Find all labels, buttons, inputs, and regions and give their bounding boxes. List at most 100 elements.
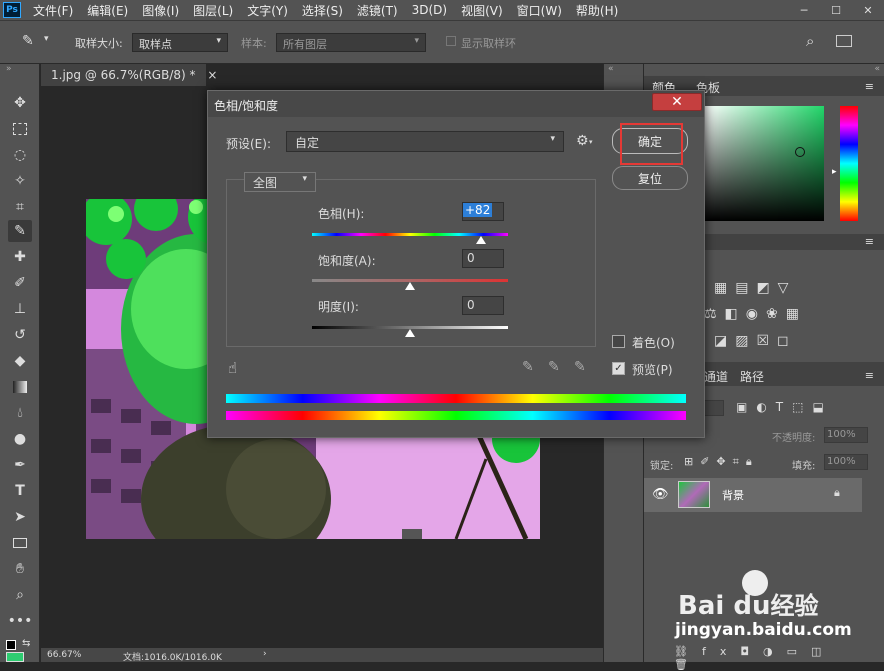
layers-footer-icons[interactable]: ⛓fx◘◑▭◫🗑︎	[644, 642, 884, 671]
eraser-tool-icon[interactable]: ◆	[8, 350, 32, 372]
hue-slider-thumb[interactable]	[475, 236, 486, 244]
adjustment-icons-row-2[interactable]: ⚖◧◉❀▦	[704, 306, 874, 322]
blur-tool-icon[interactable]: 💧︎	[8, 402, 32, 424]
hue-input[interactable]: +82	[462, 202, 504, 221]
collapse-icon[interactable]: «	[608, 64, 614, 74]
eyedropper-icon[interactable]: ✎	[522, 359, 534, 375]
gear-icon[interactable]: ⚙	[576, 133, 589, 149]
quick-select-tool-icon[interactable]: ✧	[8, 170, 32, 192]
history-brush-tool-icon[interactable]: ↺	[8, 324, 32, 346]
menu-select[interactable]: 选择(S)	[302, 2, 343, 19]
menu-edit[interactable]: 编辑(E)	[87, 2, 128, 19]
path-select-tool-icon[interactable]: ➤	[8, 506, 32, 528]
menu-window[interactable]: 窗口(W)	[517, 2, 562, 19]
chevron-right-icon[interactable]: ›	[263, 649, 267, 659]
tab-channels[interactable]: 通道	[704, 368, 728, 385]
crop-tool-icon[interactable]: ⌗	[8, 196, 32, 218]
window-close-icon[interactable]: ✕	[852, 0, 884, 20]
dialog-title-bar[interactable]: 色相/饱和度	[208, 91, 704, 117]
layer-row-background[interactable]: 👁︎ 背景 🔒︎	[644, 478, 862, 512]
menu-layer[interactable]: 图层(L)	[193, 2, 233, 19]
menu-help[interactable]: 帮助(H)	[576, 2, 618, 19]
pen-tool-icon[interactable]: ✒	[8, 454, 32, 476]
opacity-field[interactable]: 100%	[824, 427, 868, 443]
collapse-icon[interactable]: «	[874, 64, 880, 74]
adjustment-icons-row-1[interactable]: ▦▤◩▽	[714, 280, 874, 296]
move-tool-icon[interactable]: ✥	[8, 92, 32, 114]
fill-field[interactable]: 100%	[824, 454, 868, 470]
channel-select[interactable]: 全图 ▾	[244, 172, 316, 192]
zoom-level[interactable]: 66.67%	[47, 650, 81, 660]
type-tool-icon[interactable]: T	[8, 480, 32, 502]
minimize-icon[interactable]: ─	[788, 0, 820, 20]
layer-name[interactable]: 背景	[722, 487, 744, 503]
panel-menu-icon[interactable]: ≡	[865, 369, 874, 382]
menu-view[interactable]: 视图(V)	[461, 2, 503, 19]
input-color-bar	[226, 411, 686, 420]
search-icon[interactable]: ⌕	[806, 32, 814, 50]
eye-icon[interactable]: 👁︎	[652, 487, 669, 502]
color-picker-field[interactable]	[704, 106, 824, 221]
lightness-input[interactable]: 0	[462, 296, 504, 315]
hue-slider-bar[interactable]	[840, 106, 858, 221]
hue-saturation-dialog: 色相/饱和度 ✕ 预设(E): 自定 ▾ ⚙ ▾ 确定 复位 全图 ▾ 色相(H…	[207, 90, 705, 438]
collapse-icon[interactable]: »	[6, 64, 12, 74]
more-tools-icon[interactable]: •••	[8, 610, 33, 632]
panel-menu-icon[interactable]: ≡	[865, 235, 874, 248]
eyedropper-tool-icon[interactable]: ✎	[8, 220, 32, 242]
zoom-tool-icon[interactable]: ⌕	[8, 584, 32, 606]
sample-size-select[interactable]: 取样点 ▾	[132, 33, 228, 52]
chevron-down-icon[interactable]: ▾	[44, 34, 49, 44]
baidu-paw-icon	[742, 570, 768, 596]
lightness-slider-thumb[interactable]	[405, 329, 415, 337]
rectangle-tool-icon[interactable]	[8, 532, 32, 554]
menu-filter[interactable]: 滤镜(T)	[357, 2, 398, 19]
adjustment-icons-row-3[interactable]: ◪▨☒◻	[714, 333, 874, 349]
show-ring-checkbox[interactable]	[446, 36, 456, 46]
brush-tool-icon[interactable]: ✐	[8, 272, 32, 294]
saturation-slider-thumb[interactable]	[405, 282, 415, 290]
close-icon[interactable]: ×	[207, 68, 217, 82]
gradient-tool-icon[interactable]	[8, 376, 32, 398]
color-picker-cursor[interactable]	[795, 147, 805, 157]
menu-file[interactable]: 文件(F)	[33, 2, 73, 19]
targeted-adjustment-hand-icon[interactable]: ☝︎	[228, 359, 237, 377]
chevron-down-icon: ▾	[414, 36, 419, 46]
status-bar: 66.67% 文档:1016.0K/1016.0K ›	[41, 648, 603, 663]
photoshop-logo: Ps	[3, 2, 21, 18]
swap-colors-icon[interactable]: ⇆	[22, 638, 30, 649]
document-tab[interactable]: 1.jpg @ 66.7%(RGB/8) * ×	[41, 64, 217, 86]
maximize-icon[interactable]: ☐	[820, 0, 852, 20]
hue-slider-arrow[interactable]: ▸	[832, 167, 837, 177]
workspace-icon[interactable]	[836, 35, 852, 47]
hand-tool-icon[interactable]: ✋︎	[8, 558, 32, 580]
marquee-tool-icon[interactable]	[8, 118, 32, 140]
lasso-tool-icon[interactable]: ◌	[8, 144, 32, 166]
sample-select[interactable]: 所有图层 ▾	[276, 33, 426, 52]
reset-button[interactable]: 复位	[612, 166, 688, 190]
layer-filter-select[interactable]	[704, 400, 724, 416]
preset-select[interactable]: 自定 ▾	[286, 131, 564, 152]
dialog-close-button[interactable]: ✕	[652, 93, 702, 111]
menu-3d[interactable]: 3D(D)	[412, 3, 447, 17]
menu-image[interactable]: 图像(I)	[142, 2, 179, 19]
default-colors-icon[interactable]	[6, 640, 16, 650]
options-bar: ✎ ▾ 取样大小: 取样点 ▾ 样本: 所有图层 ▾ 显示取样环 ⌕	[0, 20, 884, 64]
lock-icons[interactable]: ⊞✐✥⌗🔒︎	[684, 455, 782, 469]
saturation-input[interactable]: 0	[462, 249, 504, 268]
eyedropper-plus-icon[interactable]: ✎	[548, 359, 560, 375]
preview-checkbox[interactable]: ✓	[612, 362, 625, 375]
sample-size-label: 取样大小:	[75, 37, 123, 50]
colorize-checkbox[interactable]	[612, 335, 625, 348]
stamp-tool-icon[interactable]: ⊥	[8, 298, 32, 320]
menu-type[interactable]: 文字(Y)	[247, 2, 288, 19]
layer-filter-icons[interactable]: ▣◐T⬚⬓	[736, 400, 866, 414]
healing-brush-tool-icon[interactable]: ✚	[8, 246, 32, 268]
eyedropper-minus-icon[interactable]: ✎	[574, 359, 586, 375]
eyedropper-icon[interactable]: ✎	[22, 33, 34, 49]
foreground-color-swatch[interactable]	[6, 652, 24, 662]
dodge-tool-icon[interactable]: ●	[8, 428, 32, 450]
panel-menu-icon[interactable]: ≡	[865, 80, 874, 93]
tab-paths[interactable]: 路径	[740, 368, 764, 385]
chevron-down-icon[interactable]: ▾	[589, 138, 593, 146]
